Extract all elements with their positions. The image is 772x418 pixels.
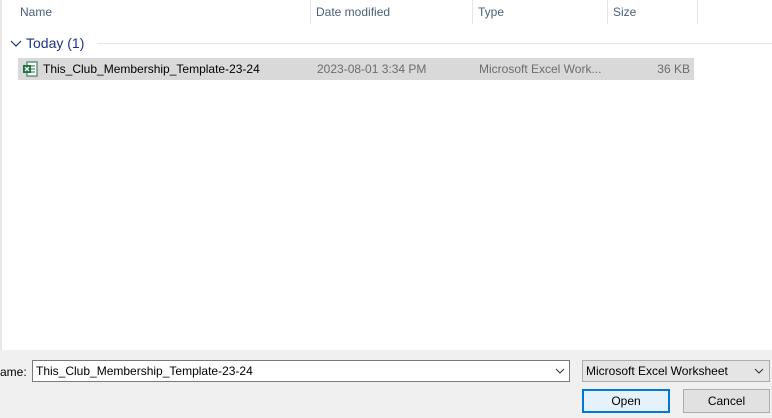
file-name-label: ame: (0, 365, 27, 379)
column-header-date-modified-label: Date modified (316, 5, 391, 19)
file-size: 36 KB (657, 62, 690, 76)
column-header-type[interactable]: Type (473, 0, 608, 24)
file-row[interactable]: This_Club_Membership_Template-23-24 2023… (18, 58, 694, 80)
file-date-modified: 2023-08-01 3:34 PM (317, 62, 427, 76)
column-header-name-label: Name (20, 5, 53, 19)
file-type-selected: Microsoft Excel Worksheet (586, 364, 728, 378)
group-divider (97, 43, 772, 44)
file-type-dropdown[interactable]: Microsoft Excel Worksheet (582, 360, 770, 382)
dialog-footer: ame: Microsoft Excel Worksheet Open Canc… (0, 350, 772, 418)
file-name-combobox[interactable] (32, 360, 570, 382)
file-list-pane[interactable]: Name Date modified Type Size Today (1) T… (0, 0, 772, 350)
column-header-name[interactable]: Name (15, 0, 311, 24)
chevron-down-icon (754, 368, 764, 374)
chevron-down-icon (10, 40, 22, 47)
open-button[interactable]: Open (582, 389, 670, 413)
column-header-type-label: Type (478, 5, 505, 19)
column-header-date-modified[interactable]: Date modified (311, 0, 473, 24)
chevron-down-icon[interactable] (555, 366, 565, 376)
group-label: Today (1) (26, 35, 85, 51)
file-name-input[interactable] (33, 361, 551, 381)
file-name: This_Club_Membership_Template-23-24 (43, 62, 260, 76)
excel-file-icon (23, 61, 38, 77)
cancel-button[interactable]: Cancel (683, 389, 770, 413)
group-header-today[interactable]: Today (1) (10, 33, 84, 53)
column-header-size-label: Size (613, 5, 637, 19)
column-header-size[interactable]: Size (608, 0, 698, 24)
sort-descending-icon (386, 0, 398, 1)
file-type: Microsoft Excel Work... (479, 62, 602, 76)
